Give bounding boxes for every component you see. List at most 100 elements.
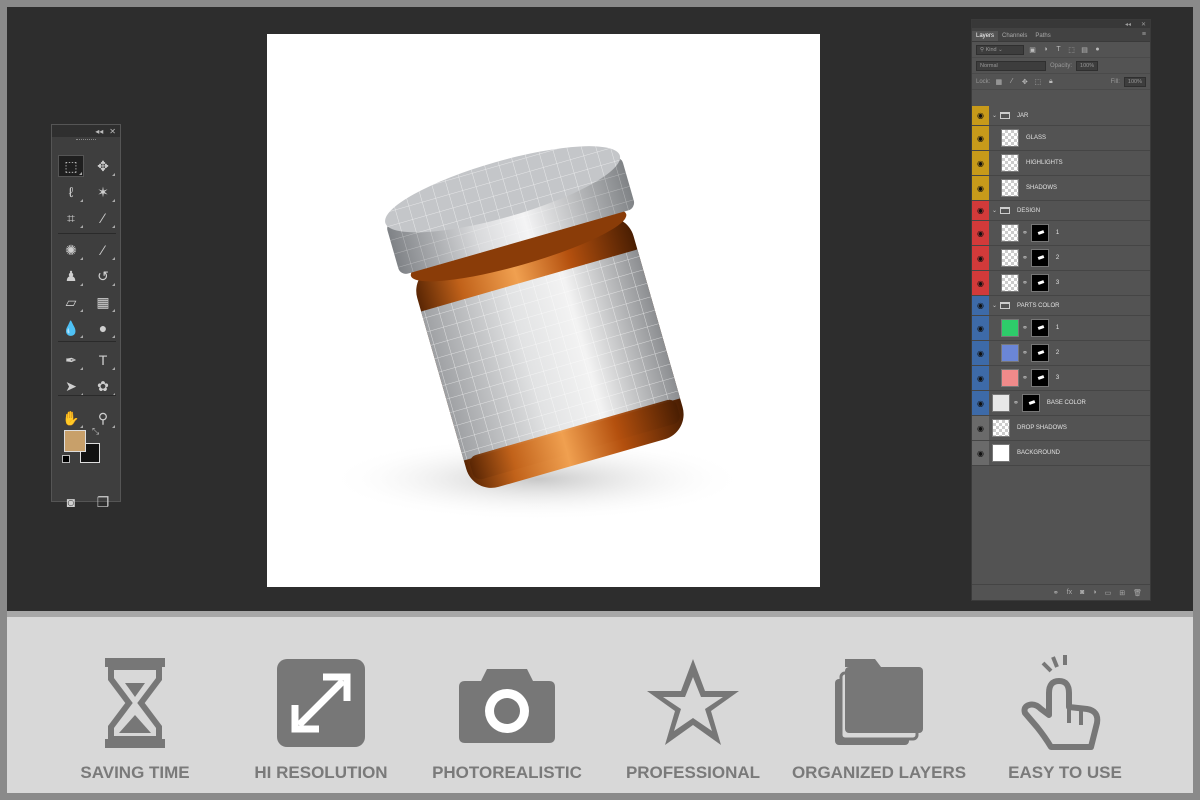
smart-object-filter-icon[interactable]: ▤ [1080,46,1089,54]
expand-caret-icon[interactable]: ⌄ [992,302,997,309]
hand-tool[interactable]: ✋ [58,407,84,429]
filter-toggle-icon[interactable]: ● [1093,46,1102,53]
brush-tool[interactable]: ⁄ [90,239,116,261]
filter-kind-select[interactable]: ⚲ Kind ⌄ [976,44,1024,55]
layer-mask-thumbnail[interactable] [1030,224,1049,242]
lasso-tool[interactable]: ℓ [58,181,84,203]
tab-channels[interactable]: Channels [998,31,1031,41]
collapse-icon[interactable]: ◂◂ [1125,21,1131,28]
expand-caret-icon[interactable]: ⌄ [992,207,997,214]
magic-wand-tool[interactable]: ✶ [90,181,116,203]
history-brush-tool[interactable]: ↺ [90,265,116,287]
crop-tool[interactable]: ⌗ [58,207,84,229]
layer-mask-thumbnail[interactable] [1021,394,1040,412]
link-icon[interactable]: ⚭ [1022,324,1028,332]
visibility-eye-icon[interactable]: ◉ [972,296,989,315]
delete-layer-icon[interactable]: 🗑︎ [1133,589,1142,597]
link-icon[interactable]: ⚭ [1022,279,1028,287]
visibility-eye-icon[interactable]: ◉ [972,221,989,245]
fill-field[interactable]: 100% [1123,76,1146,87]
gradient-tool[interactable]: ▦ [90,291,116,313]
visibility-eye-icon[interactable]: ◉ [972,416,989,440]
type-tool[interactable]: T [90,349,116,371]
visibility-eye-icon[interactable]: ◉ [972,201,989,220]
layer-mask-thumbnail[interactable] [1030,369,1049,387]
blend-mode-select[interactable]: Normal [976,60,1046,71]
pen-tool[interactable]: ✒ [58,349,84,371]
visibility-eye-icon[interactable]: ◉ [972,246,989,270]
custom-shape-tool[interactable]: ✿ [90,375,116,397]
layer-row[interactable]: ◉ ⚭ 2 [972,341,1150,366]
visibility-eye-icon[interactable]: ◉ [972,151,989,175]
layer-row[interactable]: ◉ ⌄ PARTS COLOR [972,296,1150,316]
shape-filter-icon[interactable]: ⬚ [1067,46,1076,54]
foreground-color-swatch[interactable] [64,430,86,452]
visibility-eye-icon[interactable]: ◉ [972,271,989,295]
tab-layers[interactable]: Layers [972,31,999,41]
panel-menu-icon[interactable]: ≡ [1142,31,1146,38]
eyedropper-tool[interactable]: ⁄ [90,207,116,229]
spot-healing-tool[interactable]: ✺ [58,239,84,261]
default-colors-icon[interactable] [62,455,70,463]
eraser-tool[interactable]: ▱ [58,291,84,313]
visibility-eye-icon[interactable]: ◉ [972,441,989,465]
layer-row[interactable]: ◉ ⚭ 1 [972,221,1150,246]
layer-row[interactable]: ◉ GLASS [972,126,1150,151]
grip-handle[interactable] [52,137,120,143]
layer-mask-thumbnail[interactable] [1030,319,1049,337]
visibility-eye-icon[interactable]: ◉ [972,126,989,150]
new-adjustment-icon[interactable]: ◑ [1092,589,1096,596]
lock-image-icon[interactable]: ⁄ [1007,78,1016,85]
screen-mode-button[interactable]: ❐ [90,491,116,513]
visibility-eye-icon[interactable]: ◉ [972,341,989,365]
zoom-tool[interactable]: ⚲ [90,407,116,429]
new-group-icon[interactable]: ▭ [1105,589,1112,597]
layer-row[interactable]: ◉ ⌄ JAR [972,106,1150,126]
visibility-eye-icon[interactable]: ◉ [972,316,989,340]
layer-mask-thumbnail[interactable] [1030,344,1049,362]
layer-row[interactable]: ◉ ⚭ 3 [972,271,1150,296]
opacity-field[interactable]: 100% [1076,60,1099,71]
move-tool[interactable]: ✥ [90,155,116,177]
lock-position-icon[interactable]: ✥ [1020,78,1029,86]
link-icon[interactable]: ⚭ [1022,254,1028,262]
link-icon[interactable]: ⚭ [1022,229,1028,237]
visibility-eye-icon[interactable]: ◉ [972,366,989,390]
path-selection-tool[interactable]: ➤ [58,375,84,397]
layer-row[interactable]: ◉ ⚭ 1 [972,316,1150,341]
lock-artboard-icon[interactable]: ⬚ [1033,78,1042,86]
pixel-filter-icon[interactable]: ▣ [1028,46,1037,54]
close-icon[interactable]: ✕ [1141,21,1146,28]
layer-mask-thumbnail[interactable] [1030,274,1049,292]
new-layer-icon[interactable]: ⊞ [1119,589,1125,597]
layer-style-icon[interactable]: fx [1067,589,1072,596]
blur-tool[interactable]: 💧 [58,317,84,339]
layer-row[interactable]: ◉ ⌄ DESIGN [972,201,1150,221]
layer-mask-thumbnail[interactable] [1030,249,1049,267]
link-icon[interactable]: ⚭ [1022,374,1028,382]
clone-stamp-tool[interactable]: ♟ [58,265,84,287]
quick-mask-button[interactable]: ◙ [58,491,84,513]
type-filter-icon[interactable]: T [1054,46,1063,53]
add-mask-icon[interactable]: ◙ [1080,589,1084,596]
link-icon[interactable]: ⚭ [1013,399,1019,407]
layer-row[interactable]: ◉ ⚭ 3 [972,366,1150,391]
rectangular-marquee-tool[interactable]: ⬚ [58,155,84,177]
layer-row[interactable]: ◉ SHADOWS [972,176,1150,201]
collapse-icon[interactable]: ◂◂ [95,127,103,136]
link-icon[interactable]: ⚭ [1022,349,1028,357]
tools-panel-header[interactable]: ◂◂ ✕ [52,125,120,137]
layer-row[interactable]: ◉ ⚭ 2 [972,246,1150,271]
expand-caret-icon[interactable]: ⌄ [992,112,997,119]
lock-all-icon[interactable]: 🔒︎ [1046,78,1055,86]
dodge-tool[interactable]: ● [90,317,116,339]
tab-paths[interactable]: Paths [1031,31,1054,41]
adjustment-filter-icon[interactable]: ◑ [1041,46,1050,53]
layer-row[interactable]: ◉ BACKGROUND [972,441,1150,466]
link-layers-icon[interactable]: ⚭ [1053,589,1059,597]
document-canvas[interactable] [267,34,820,587]
visibility-eye-icon[interactable]: ◉ [972,106,989,125]
panel-topbar[interactable]: ◂◂ ✕ [972,20,1150,28]
layer-row[interactable]: ◉ HIGHLIGHTS [972,151,1150,176]
close-icon[interactable]: ✕ [109,127,116,136]
